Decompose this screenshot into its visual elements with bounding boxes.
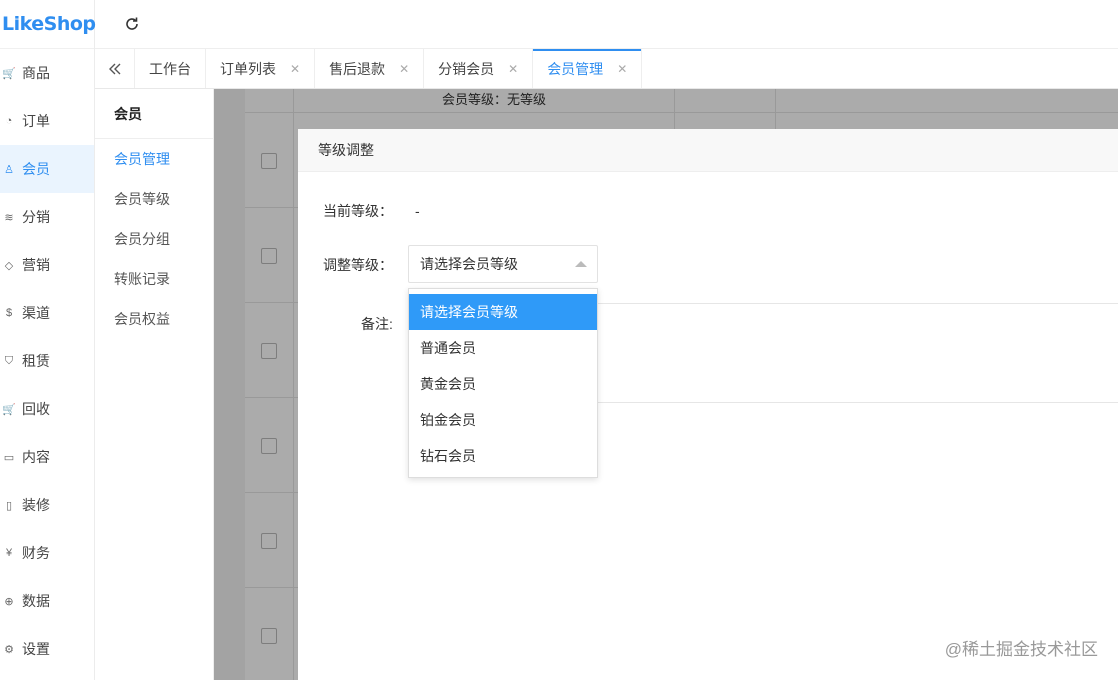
level-option[interactable]: 铂金会员: [409, 402, 597, 438]
remark-textarea[interactable]: [597, 303, 1118, 403]
logo: LikeShop: [0, 0, 96, 49]
close-icon[interactable]: ✕: [399, 62, 409, 76]
level-option[interactable]: 请选择会员等级: [409, 294, 597, 330]
tab[interactable]: 售后退款 ✕: [315, 49, 425, 88]
diamond-icon: ◇: [4, 259, 14, 272]
sidebar-item[interactable]: ⊕ 数据: [0, 577, 94, 625]
dialog-title: 等级调整: [298, 129, 1118, 172]
level-option[interactable]: 黄金会员: [409, 366, 597, 402]
sidebar-item-label: 设置: [22, 641, 50, 657]
sidebar-item[interactable]: ≋ 分销: [0, 193, 94, 241]
subnav-item[interactable]: 会员分组: [95, 219, 213, 259]
subnav-item[interactable]: 转账记录: [95, 259, 213, 299]
refresh-icon[interactable]: [123, 15, 141, 33]
watermark: @稀土掘金技术社区: [944, 640, 1098, 659]
globe-icon: ⊕: [4, 595, 14, 608]
close-icon[interactable]: ✕: [508, 62, 518, 76]
shield-icon: ⛉: [4, 354, 14, 367]
current-level-label: 当前等级：: [323, 203, 393, 219]
phone-icon: ▯: [5, 499, 13, 512]
sidebar-item-label: 渠道: [22, 305, 50, 321]
tab[interactable]: 会员管理 ✕: [533, 49, 643, 88]
tab-label: 分销会员: [438, 60, 495, 77]
sidebar-item[interactable]: $ 渠道: [0, 289, 94, 337]
level-option[interactable]: 普通会员: [409, 330, 597, 366]
tab[interactable]: 工作台: [135, 49, 206, 88]
sidebar-item-label: 装修: [22, 497, 50, 513]
bell-icon: ◔: [5, 115, 13, 127]
sidebar-item-label: 营销: [22, 257, 50, 273]
remark-label: 备注:: [361, 316, 393, 332]
sidebar-item[interactable]: ⛉ 租赁: [0, 337, 94, 385]
layers-icon: ≋: [4, 211, 14, 224]
cart-icon: 🛒: [2, 67, 16, 80]
subnav-title: 会员: [95, 89, 213, 139]
book-icon: ▭: [3, 451, 15, 464]
user-icon: ♙: [4, 163, 14, 176]
main-sidebar: LikeShop 🛒 商品 ◔ 订单 ♙ 会员 ≋ 分销 ◇ 营销 $ 渠道 ⛉ 租赁 🛒 回收 ▭ 内容 ▯ 装修 ¥…: [0, 0, 96, 680]
sidebar-item-label: 商品: [22, 65, 50, 81]
sidebar-item[interactable]: ¥ 财务: [0, 529, 94, 577]
sidebar-item[interactable]: ▯ 装修: [0, 481, 94, 529]
sidebar-item[interactable]: 🛒 回收: [0, 385, 94, 433]
cart-icon: 🛒: [2, 403, 16, 416]
subnav-item[interactable]: 会员等级: [95, 179, 213, 219]
close-icon[interactable]: ✕: [290, 62, 300, 76]
gear-icon: ⚙: [4, 643, 14, 656]
adjust-level-label: 调整等级：: [323, 257, 393, 273]
member-subnav: 会员 会员管理 会员等级 会员分组 转账记录 会员权益: [95, 89, 214, 680]
yen-icon: ¥: [5, 547, 13, 559]
page-tabs: 工作台 订单列表 ✕ 售后退款 ✕ 分销会员 ✕ 会员管理 ✕: [95, 49, 1118, 89]
sidebar-item[interactable]: ▭ 内容: [0, 433, 94, 481]
level-option[interactable]: 钻石会员: [409, 438, 597, 474]
dollar-icon: $: [5, 307, 13, 319]
tab-label: 会员管理: [547, 60, 604, 77]
level-select[interactable]: 请选择会员等级: [408, 245, 598, 283]
level-dropdown: 请选择会员等级 普通会员 黄金会员 铂金会员 钻石会员: [408, 288, 598, 478]
sidebar-item-label: 分销: [22, 209, 50, 225]
subnav-item[interactable]: 会员管理: [95, 139, 213, 179]
caret-up-icon: [575, 261, 587, 267]
sidebar-item-label: 会员: [22, 161, 50, 177]
close-icon[interactable]: ✕: [617, 62, 627, 76]
collapse-double-chevron-icon[interactable]: [95, 49, 135, 88]
sidebar-item-label: 订单: [22, 113, 50, 129]
level-select-value: 请选择会员等级: [420, 256, 518, 272]
tab-label: 售后退款: [329, 60, 386, 77]
tab-label: 订单列表: [220, 60, 276, 77]
sidebar-item[interactable]: ◔ 订单: [0, 97, 94, 145]
sidebar-item[interactable]: 🛒 商品: [0, 49, 94, 97]
sidebar-item-label: 数据: [22, 593, 50, 609]
sidebar-item-label: 内容: [22, 449, 50, 465]
sidebar-item-label: 回收: [22, 401, 50, 417]
sidebar-item[interactable]: ♙ 会员: [0, 145, 94, 193]
sidebar-item[interactable]: ◇ 营销: [0, 241, 94, 289]
tab-label: 工作台: [149, 60, 191, 77]
sidebar-item[interactable]: ⚙ 设置: [0, 625, 94, 673]
subnav-item[interactable]: 会员权益: [95, 299, 213, 339]
sidebar-item-label: 财务: [22, 545, 50, 561]
top-header: [95, 0, 1118, 49]
current-level-value: -: [415, 203, 420, 219]
sidebar-item-label: 租赁: [22, 353, 50, 369]
tab[interactable]: 分销会员 ✕: [424, 49, 534, 88]
tab[interactable]: 订单列表 ✕: [206, 49, 316, 88]
